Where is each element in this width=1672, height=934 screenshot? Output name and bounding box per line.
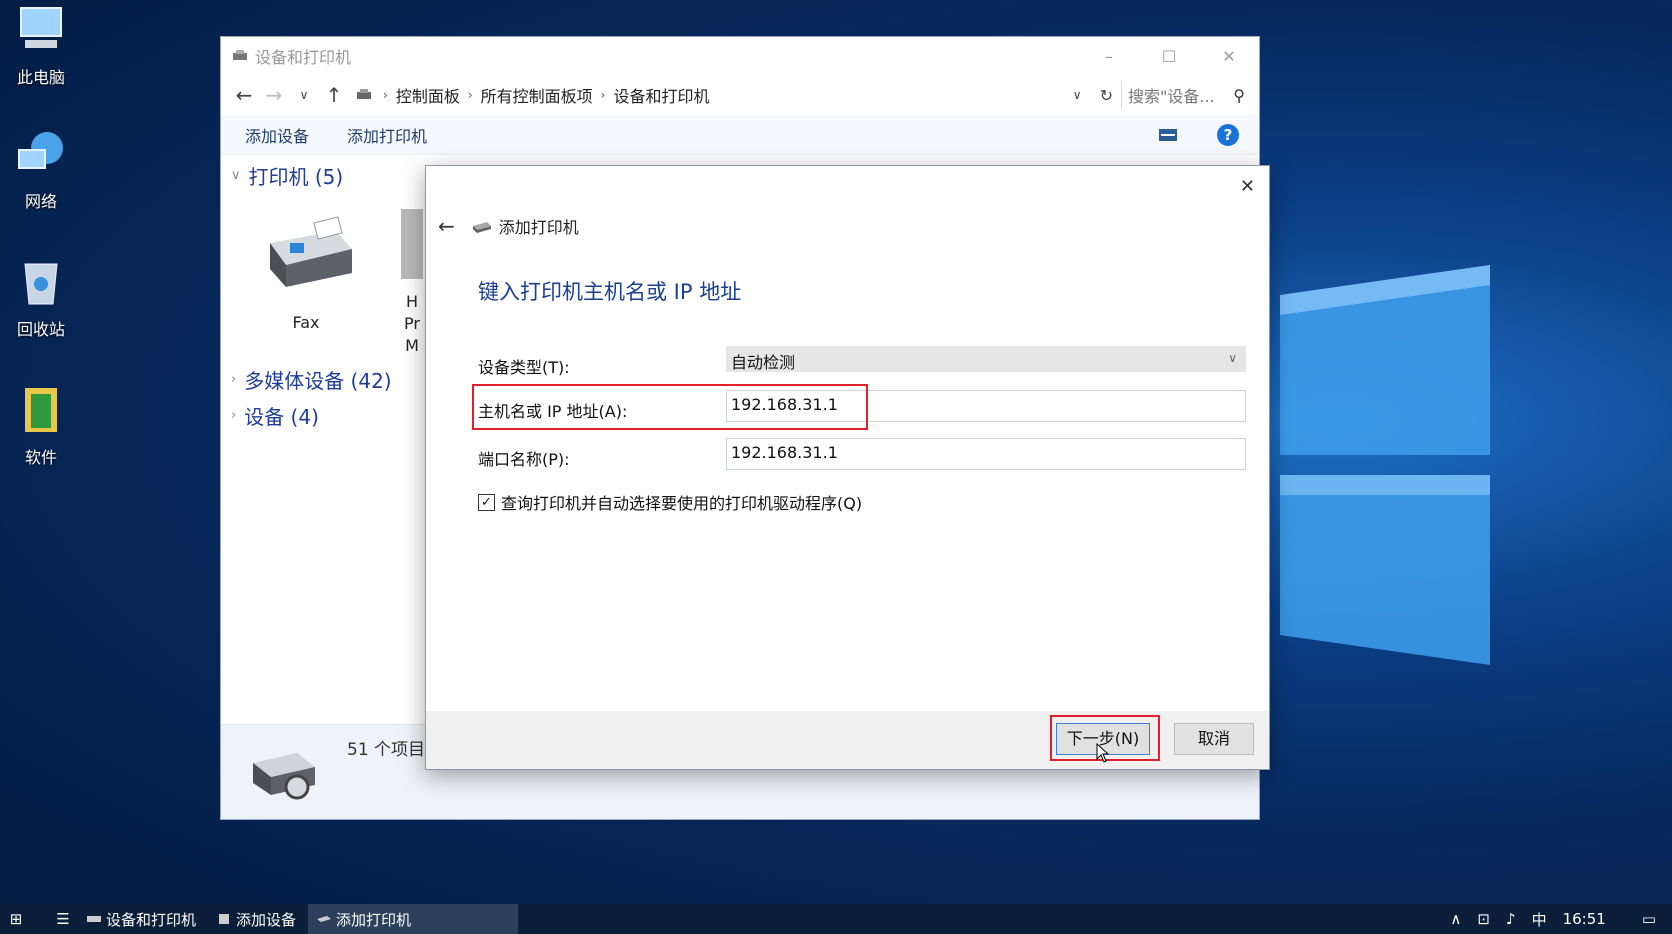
desktop-icon-label: 回收站 bbox=[16, 320, 65, 339]
dialog-close-button[interactable]: ✕ bbox=[1240, 176, 1255, 197]
control-panel-icon bbox=[357, 89, 371, 99]
chevron-right-icon: › bbox=[231, 372, 237, 387]
device-label: Fax bbox=[292, 313, 320, 332]
search-box[interactable]: 搜索"设备... ⚲ bbox=[1121, 81, 1251, 109]
dialog-header: ← 添加打印机 bbox=[438, 214, 579, 238]
desktop-icon-label: 软件 bbox=[24, 448, 57, 467]
system-tray: ∧ ⊡ ♪ 中 16:51 ▭ bbox=[1434, 909, 1656, 930]
view-options-icon[interactable] bbox=[1159, 128, 1177, 141]
chevron-right-icon: › bbox=[231, 408, 237, 423]
taskbar-item-label: 添加设备 bbox=[236, 910, 297, 929]
printer-icon bbox=[87, 916, 101, 922]
desktop-icon-this-pc[interactable]: 此电脑 bbox=[8, 4, 74, 88]
cancel-button[interactable]: 取消 bbox=[1174, 723, 1254, 755]
device-item-fax[interactable]: Fax bbox=[251, 209, 361, 332]
group-label: 设备 (4) bbox=[244, 405, 319, 429]
windows-logo bbox=[1280, 265, 1490, 665]
checkbox-label: 查询打印机并自动选择要使用的打印机驱动程序(Q) bbox=[501, 494, 863, 513]
desktop-icon-label: 网络 bbox=[24, 192, 57, 211]
recycle-bin-icon bbox=[24, 263, 58, 305]
port-name-input[interactable]: 192.168.31.1 bbox=[726, 438, 1246, 470]
taskbar: ⊞ ☰ 设备和打印机 添加设备 添加打印机 ∧ ⊡ ♪ 中 16:51 ▭ bbox=[0, 904, 1672, 934]
taskbar-item-label: 添加打印机 bbox=[336, 910, 412, 929]
group-label: 打印机 (5) bbox=[248, 165, 344, 189]
refresh-icon[interactable]: ↻ bbox=[1100, 86, 1113, 105]
group-devices[interactable]: › 设备 (4) bbox=[231, 401, 319, 430]
breadcrumb-separator-icon: › bbox=[383, 88, 388, 102]
breadcrumb-all-items[interactable]: 所有控制面板项 bbox=[481, 83, 593, 107]
notification-icon[interactable]: ▭ bbox=[1642, 910, 1656, 928]
camera-printer-icon bbox=[253, 753, 315, 800]
task-view-icon[interactable]: ☰ bbox=[48, 910, 78, 928]
printer-icon bbox=[317, 916, 332, 922]
device-item-hp[interactable]: H Pr M bbox=[397, 205, 427, 357]
window-titlebar[interactable]: 设备和打印机 – ☐ ✕ bbox=[221, 37, 1259, 75]
taskbar-item-devices-printers[interactable]: 设备和打印机 bbox=[78, 904, 208, 934]
clock[interactable]: 16:51 bbox=[1563, 910, 1606, 928]
up-arrow-icon[interactable]: ↑ bbox=[319, 83, 349, 107]
address-row: ← → ∨ ↑ › 控制面板 › 所有控制面板项 › 设备和打印机 ∨ ↻ 搜索… bbox=[221, 75, 1259, 115]
back-arrow-icon[interactable]: ← bbox=[229, 83, 259, 107]
forward-arrow-icon[interactable]: → bbox=[259, 83, 289, 107]
device-type-label: 设备类型(T): bbox=[478, 358, 570, 377]
desktop-icon-label: 此电脑 bbox=[16, 68, 65, 87]
help-icon[interactable]: ? bbox=[1217, 123, 1239, 146]
add-device-button[interactable]: 添加设备 bbox=[245, 123, 309, 147]
network-icon[interactable]: ⊡ bbox=[1477, 910, 1490, 928]
search-icon: ⚲ bbox=[1233, 85, 1245, 105]
device-label: H Pr M bbox=[404, 292, 420, 355]
maximize-button[interactable]: ☐ bbox=[1139, 47, 1199, 66]
breadcrumb-separator-icon: › bbox=[467, 88, 473, 102]
minimize-button[interactable]: – bbox=[1079, 47, 1139, 66]
device-type-select[interactable]: 自动检测 ∨ bbox=[726, 346, 1246, 372]
group-printers[interactable]: ∨ 打印机 (5) bbox=[231, 161, 343, 190]
fax-icon bbox=[270, 216, 352, 287]
close-button[interactable]: ✕ bbox=[1199, 47, 1259, 66]
group-multimedia[interactable]: › 多媒体设备 (42) bbox=[231, 365, 392, 394]
ime-indicator[interactable]: 中 bbox=[1532, 909, 1547, 930]
desktop-icon-recycle-bin[interactable]: 回收站 bbox=[8, 256, 74, 340]
device-icon bbox=[219, 914, 230, 924]
command-bar: 添加设备 添加打印机 ? bbox=[221, 115, 1259, 155]
back-arrow-icon[interactable]: ← bbox=[438, 214, 455, 238]
computer-icon bbox=[20, 7, 62, 48]
window-title: 设备和打印机 bbox=[255, 48, 352, 67]
port-name-label: 端口名称(P): bbox=[478, 450, 570, 469]
highlight-box-hostname bbox=[472, 384, 868, 430]
taskbar-item-add-printer[interactable]: 添加打印机 bbox=[308, 904, 519, 934]
network-icon bbox=[18, 132, 63, 169]
recent-chevron-icon[interactable]: ∨ bbox=[289, 88, 319, 102]
auto-driver-checkbox[interactable]: ✓ 查询打印机并自动选择要使用的打印机驱动程序(Q) bbox=[478, 490, 862, 514]
checkbox-checked-icon: ✓ bbox=[478, 493, 495, 511]
add-printer-button[interactable]: 添加打印机 bbox=[347, 123, 427, 147]
volume-icon[interactable]: ♪ bbox=[1506, 910, 1516, 928]
desktop-icon-software[interactable]: 软件 bbox=[8, 384, 74, 468]
taskbar-item-add-device[interactable]: 添加设备 bbox=[208, 904, 308, 934]
desktop-icon-network[interactable]: 网络 bbox=[8, 128, 74, 212]
group-label: 多媒体设备 (42) bbox=[244, 369, 392, 393]
breadcrumb-separator-icon: › bbox=[600, 88, 606, 102]
chevron-down-icon: ∨ bbox=[1228, 351, 1237, 365]
taskbar-item-label: 设备和打印机 bbox=[106, 910, 197, 929]
breadcrumb[interactable]: › 控制面板 › 所有控制面板项 › 设备和打印机 ∨ ↻ bbox=[355, 83, 1121, 107]
port-name-value: 192.168.31.1 bbox=[731, 443, 838, 462]
address-dropdown-icon[interactable]: ∨ bbox=[1073, 88, 1082, 102]
dialog-footer: 下一步(N) 取消 bbox=[426, 711, 1269, 769]
windows-start-icon[interactable]: ⊞ bbox=[0, 910, 32, 928]
chevron-up-icon[interactable]: ∧ bbox=[1450, 910, 1461, 928]
printer-icon bbox=[472, 222, 491, 233]
search-placeholder: 搜索"设备... bbox=[1128, 87, 1215, 106]
dialog-header-label: 添加打印机 bbox=[498, 218, 579, 237]
add-printer-dialog: ✕ ← 添加打印机 键入打印机主机名或 IP 地址 设备类型(T): 自动检测 … bbox=[425, 165, 1270, 770]
chevron-down-icon: ∨ bbox=[231, 168, 241, 183]
device-type-value: 自动检测 bbox=[731, 353, 796, 372]
mouse-cursor-icon bbox=[1096, 743, 1110, 763]
printer-icon bbox=[401, 209, 423, 279]
breadcrumb-devices-printers[interactable]: 设备和打印机 bbox=[613, 83, 709, 107]
folder-icon bbox=[25, 388, 57, 432]
printer-icon bbox=[233, 50, 247, 60]
item-count: 51 个项目 bbox=[347, 740, 426, 760]
breadcrumb-control-panel[interactable]: 控制面板 bbox=[396, 83, 460, 107]
dialog-title: 键入打印机主机名或 IP 地址 bbox=[478, 280, 742, 304]
